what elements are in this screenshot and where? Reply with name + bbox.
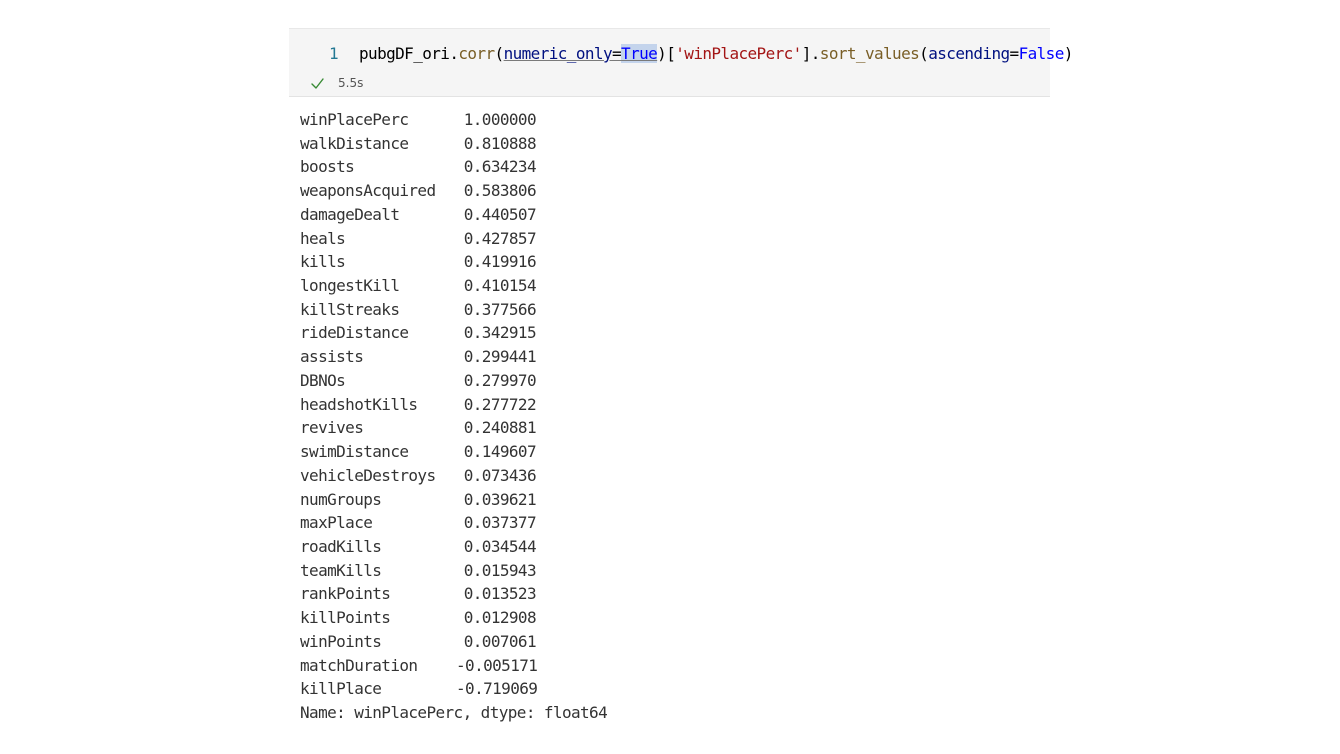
series-row: boosts 0.634234 <box>300 155 607 179</box>
series-value: 0.037377 <box>463 513 537 533</box>
series-index-label: walkDistance <box>300 133 409 153</box>
series-index-label: headshotKills <box>300 394 418 414</box>
series-row: weaponsAcquired 0.583806 <box>300 179 607 203</box>
series-value: 0.377566 <box>463 299 537 319</box>
series-index-label: winPoints <box>300 631 382 651</box>
series-index-label: swimDistance <box>300 442 409 462</box>
series-index-label: damageDealt <box>300 204 400 224</box>
series-value: 0.034544 <box>463 536 537 556</box>
code-token: = <box>611 44 622 63</box>
series-value: 0.427857 <box>463 228 537 248</box>
code-token: )[ <box>657 44 676 63</box>
series-row: heals 0.427857 <box>300 227 607 251</box>
series-value: 0.410154 <box>463 276 537 296</box>
code-token: ) <box>1063 44 1074 63</box>
series-value: 0.299441 <box>463 347 537 367</box>
series-value: 0.342915 <box>463 323 537 343</box>
series-index-label: heals <box>300 228 346 248</box>
series-value: 0.419916 <box>463 252 537 272</box>
series-row: numGroups 0.039621 <box>300 488 607 512</box>
series-value: 0.583806 <box>463 181 537 201</box>
series-value: 0.007061 <box>463 631 537 651</box>
series-value: 0.810888 <box>463 133 537 153</box>
check-icon <box>311 77 324 89</box>
execution-time: 5.5s <box>338 76 364 90</box>
series-index-label: kills <box>300 252 346 272</box>
series-value: 0.039621 <box>463 489 537 509</box>
series-value: -0.005171 <box>456 655 538 675</box>
series-index-label: vehicleDestroys <box>300 465 436 485</box>
code-token: numeric_only <box>503 44 613 63</box>
series-row: teamKills 0.015943 <box>300 559 607 583</box>
execution-status: 5.5s <box>311 75 363 91</box>
series-row: winPoints 0.007061 <box>300 630 607 654</box>
series-row: killPlace -0.719069 <box>300 677 607 701</box>
series-row: rankPoints 0.013523 <box>300 582 607 606</box>
cell-output: winPlacePerc 1.000000 walkDistance 0.810888… <box>300 108 608 725</box>
series-row: walkDistance 0.810888 <box>300 132 607 156</box>
series-index-label: winPlacePerc <box>300 110 409 129</box>
series-index-label: killPlace <box>300 679 382 699</box>
series-value: 0.149607 <box>463 442 537 462</box>
series-footer: Name: winPlacePerc, dtype: float64 <box>300 702 608 722</box>
series-index-label: longestKill <box>300 276 400 296</box>
series-row: swimDistance 0.149607 <box>300 440 607 464</box>
series-value: 1.000000 <box>463 110 537 129</box>
series-value: 0.440507 <box>463 204 537 224</box>
series-index-label: assists <box>300 347 364 367</box>
series-value: 0.013523 <box>463 584 537 604</box>
series-row: kills 0.419916 <box>300 250 607 274</box>
series-value: 0.073436 <box>463 465 537 485</box>
series-row: DBNOs 0.279970 <box>300 369 607 393</box>
code-token: pubgDF_ori <box>359 44 450 63</box>
series-index-label: rideDistance <box>300 323 409 343</box>
series-index-label: teamKills <box>300 560 382 580</box>
code-token: 'winPlacePerc' <box>675 44 802 63</box>
code-token: ]. <box>801 44 821 63</box>
series-value: 0.634234 <box>463 157 537 177</box>
series-row: roadKills 0.034544 <box>300 535 607 559</box>
series-index-label: matchDuration <box>300 655 418 675</box>
series-index-label: rankPoints <box>300 584 391 604</box>
series-row: revives 0.240881 <box>300 416 607 440</box>
series-row: headshotKills 0.277722 <box>300 393 607 417</box>
series-output: winPlacePerc 1.000000 walkDistance 0.810888… <box>300 108 607 701</box>
series-value: -0.719069 <box>456 679 538 699</box>
series-row: winPlacePerc 1.000000 <box>300 108 607 132</box>
series-value: 0.279970 <box>463 370 537 390</box>
series-row: matchDuration -0.005171 <box>300 654 607 678</box>
series-value: 0.277722 <box>463 394 537 414</box>
series-index-label: weaponsAcquired <box>300 181 436 201</box>
series-index-label: boosts <box>300 157 355 177</box>
series-index-label: revives <box>300 418 364 438</box>
code-token: ( <box>919 44 929 63</box>
code-token: ( <box>494 44 505 63</box>
code-cell[interactable]: 1 pubgDF_ori.corr(numeric_only=True)['wi… <box>289 28 1073 97</box>
series-row: assists 0.299441 <box>300 345 607 369</box>
series-index-label: DBNOs <box>300 370 346 390</box>
series-row: vehicleDestroys 0.073436 <box>300 464 607 488</box>
series-row: rideDistance 0.342915 <box>300 321 607 345</box>
series-value: 0.015943 <box>463 560 537 580</box>
series-index-label: maxPlace <box>300 513 373 533</box>
code-token: False <box>1018 44 1065 63</box>
code-editor-line[interactable]: pubgDF_ori.corr(numeric_only=True)['winP… <box>359 44 1073 63</box>
code-token: ascending <box>928 44 1010 63</box>
code-token: sort_values <box>819 44 920 63</box>
code-token: corr <box>458 44 495 63</box>
series-value: 0.240881 <box>463 418 537 438</box>
code-token: True <box>621 44 658 63</box>
series-row: killStreaks 0.377566 <box>300 298 607 322</box>
series-row: killPoints 0.012908 <box>300 606 607 630</box>
series-index-label: roadKills <box>300 536 382 556</box>
code-token: = <box>1009 44 1020 63</box>
series-index-label: numGroups <box>300 489 382 509</box>
series-value: 0.012908 <box>463 608 537 628</box>
line-number: 1 <box>329 44 339 63</box>
series-index-label: killPoints <box>300 608 391 628</box>
series-row: maxPlace 0.037377 <box>300 511 607 535</box>
series-row: damageDealt 0.440507 <box>300 203 607 227</box>
series-row: longestKill 0.410154 <box>300 274 607 298</box>
series-index-label: killStreaks <box>300 299 400 319</box>
